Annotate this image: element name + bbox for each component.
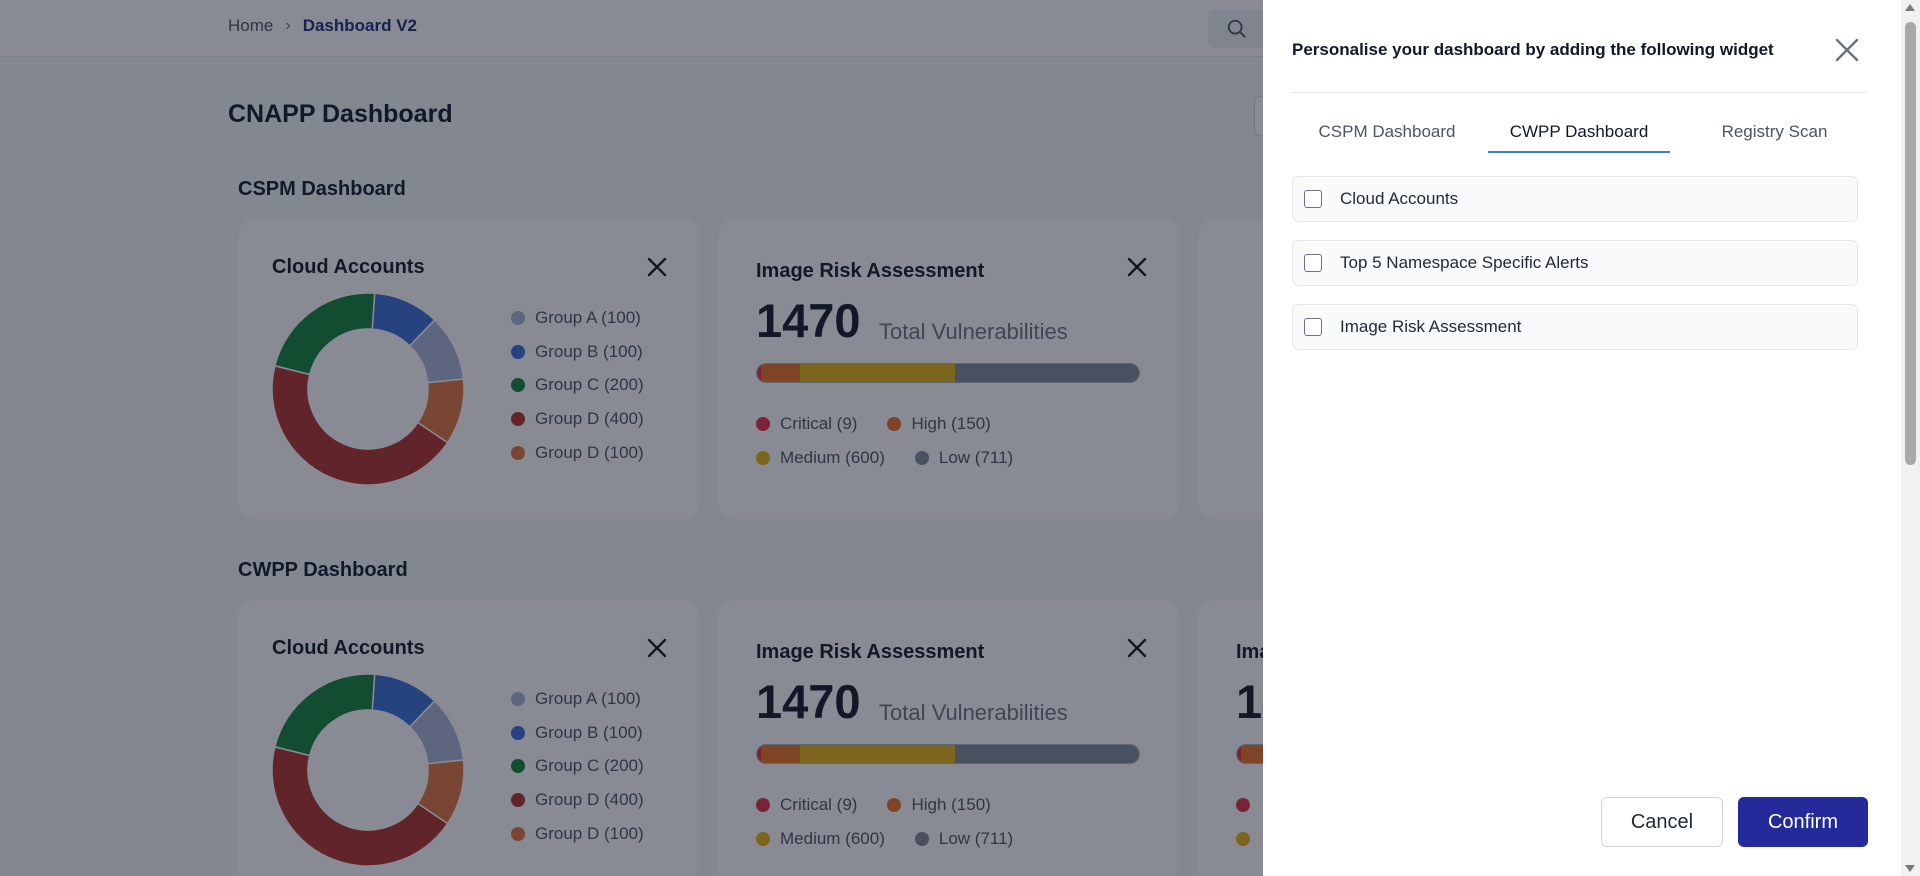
widget-checkbox[interactable] [1304, 190, 1322, 208]
widget-option-namespace-alerts[interactable]: Top 5 Namespace Specific Alerts [1292, 240, 1858, 286]
drawer-title: Personalise your dashboard by adding the… [1292, 40, 1774, 59]
confirm-button[interactable]: Confirm [1738, 797, 1868, 847]
close-icon[interactable] [1833, 36, 1861, 64]
widget-label: Top 5 Namespace Specific Alerts [1340, 253, 1589, 272]
widget-option-cloud-accounts[interactable]: Cloud Accounts [1292, 176, 1858, 222]
dashboard-tabs: CSPM Dashboard CWPP Dashboard Registry S… [1292, 112, 1867, 156]
widget-checkbox[interactable] [1304, 318, 1322, 336]
scrollbar[interactable] [1901, 0, 1920, 876]
divider [1292, 92, 1867, 93]
tab-cspm[interactable]: CSPM Dashboard [1292, 122, 1482, 142]
scroll-up-arrow-icon[interactable] [1905, 4, 1915, 11]
widget-label: Cloud Accounts [1340, 189, 1459, 208]
scroll-down-arrow-icon[interactable] [1905, 865, 1915, 872]
active-tab-indicator [1488, 151, 1670, 153]
tab-cwpp[interactable]: CWPP Dashboard [1488, 122, 1670, 142]
widget-label: Image Risk Assessment [1340, 317, 1522, 336]
cancel-button[interactable]: Cancel [1601, 797, 1723, 847]
add-widget-drawer: Personalise your dashboard by adding the… [1263, 0, 1901, 876]
widget-option-image-risk[interactable]: Image Risk Assessment [1292, 304, 1858, 350]
tab-registry-scan[interactable]: Registry Scan [1682, 122, 1867, 142]
widget-checkbox[interactable] [1304, 254, 1322, 272]
scrollbar-thumb[interactable] [1905, 22, 1916, 465]
